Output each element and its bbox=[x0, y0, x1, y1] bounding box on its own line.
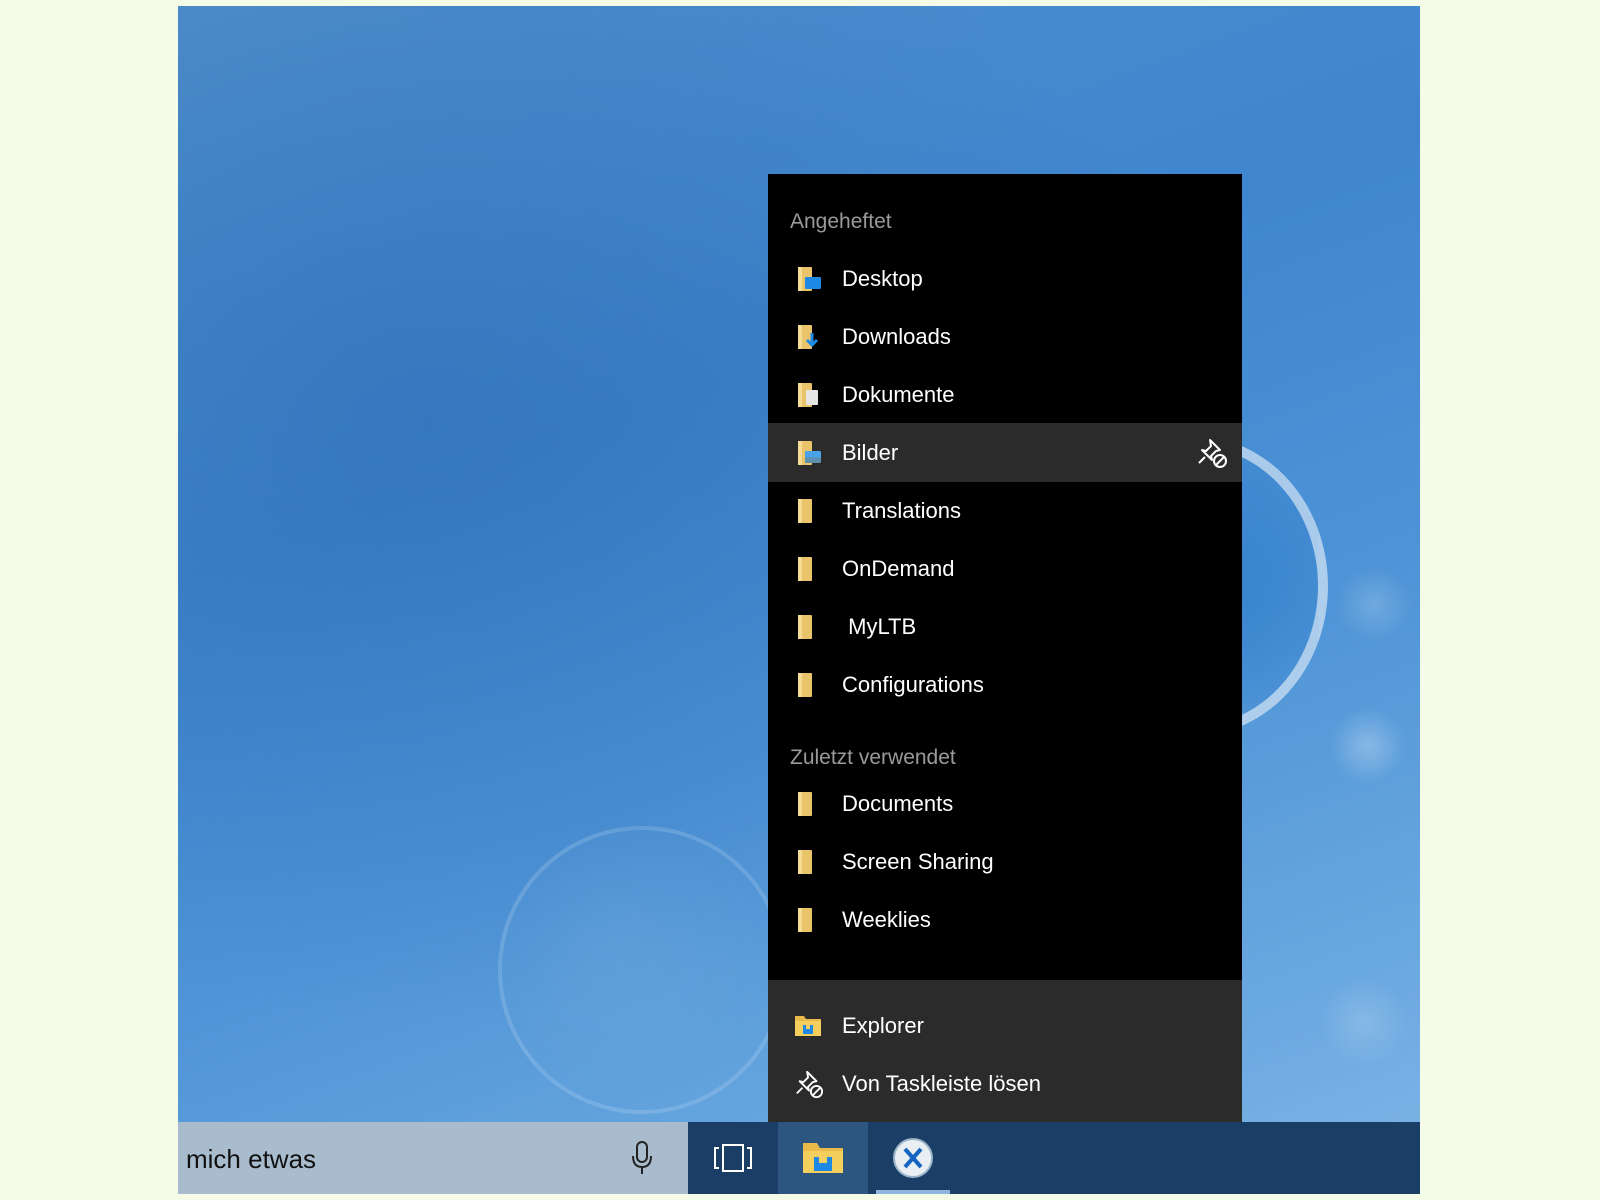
app-x-taskbar-button[interactable] bbox=[868, 1122, 958, 1194]
unpin-icon bbox=[794, 1069, 824, 1099]
jump-item-label: MyLTB bbox=[842, 613, 917, 639]
unpin-label: Von Taskleiste lösen bbox=[842, 1070, 1041, 1096]
task-view-icon bbox=[714, 1144, 752, 1172]
jump-item-myltb[interactable]: MyLTB bbox=[768, 597, 1242, 656]
jump-item-screen-sharing[interactable]: Screen Sharing bbox=[768, 832, 1242, 891]
wallpaper-bubble-faint bbox=[498, 826, 786, 1114]
jump-item-translations[interactable]: Translations bbox=[768, 481, 1242, 540]
file-explorer-icon bbox=[803, 1143, 843, 1173]
jump-item-label: Configurations bbox=[842, 671, 984, 697]
folder-icon bbox=[794, 612, 822, 640]
pictures-folder-icon bbox=[794, 438, 822, 466]
desktop-folder-icon bbox=[794, 264, 822, 292]
jump-item-configurations[interactable]: Configurations bbox=[768, 655, 1242, 714]
desktop: Angeheftet Desktop Downloads Dokumente B… bbox=[178, 6, 1420, 1194]
jump-item-desktop[interactable]: Desktop bbox=[768, 249, 1242, 308]
jump-item-label: Translations bbox=[842, 497, 962, 523]
folder-icon bbox=[794, 554, 822, 582]
pinned-header: Angeheftet bbox=[790, 210, 892, 233]
jump-item-label: Screen Sharing bbox=[842, 848, 994, 874]
folder-icon bbox=[794, 905, 822, 933]
jump-item-label: Documents bbox=[842, 790, 954, 816]
downloads-folder-icon bbox=[794, 322, 822, 350]
microphone-icon[interactable] bbox=[630, 1140, 654, 1176]
file-explorer-icon bbox=[794, 1011, 822, 1039]
file-explorer-taskbar-button[interactable] bbox=[778, 1122, 868, 1194]
taskbar: mich etwas bbox=[178, 1122, 1420, 1194]
jump-item-label: Desktop bbox=[842, 265, 923, 291]
app-x-icon bbox=[893, 1138, 933, 1178]
jump-item-ondemand[interactable]: OnDemand bbox=[768, 539, 1242, 598]
task-view-button[interactable] bbox=[688, 1122, 778, 1194]
jump-list: Angeheftet Desktop Downloads Dokumente B… bbox=[768, 174, 1242, 1128]
jump-item-dokumente[interactable]: Dokumente bbox=[768, 365, 1242, 424]
jump-item-bilder[interactable]: Bilder bbox=[768, 423, 1242, 482]
folder-icon bbox=[794, 496, 822, 524]
explorer-label: Explorer bbox=[842, 1012, 924, 1038]
jump-item-label: Downloads bbox=[842, 323, 951, 349]
jump-item-label: OnDemand bbox=[842, 555, 955, 581]
unpin-from-taskbar-item[interactable]: Von Taskleiste lösen bbox=[768, 1054, 1242, 1113]
unpin-icon[interactable] bbox=[1196, 437, 1228, 469]
jump-item-documents[interactable]: Documents bbox=[768, 774, 1242, 833]
documents-folder-icon bbox=[794, 380, 822, 408]
jump-item-label: Bilder bbox=[842, 439, 899, 465]
search-text: mich etwas bbox=[186, 1144, 317, 1174]
jump-list-footer: Explorer Von Taskleiste lösen bbox=[768, 980, 1242, 1128]
folder-icon bbox=[794, 789, 822, 817]
jump-item-label: Weeklies bbox=[842, 906, 931, 932]
open-explorer-item[interactable]: Explorer bbox=[768, 996, 1242, 1055]
active-indicator bbox=[876, 1190, 950, 1194]
jump-item-downloads[interactable]: Downloads bbox=[768, 307, 1242, 366]
folder-icon bbox=[794, 847, 822, 875]
recent-header: Zuletzt verwendet bbox=[790, 746, 956, 769]
jump-item-label: Dokumente bbox=[842, 381, 955, 407]
jump-item-weeklies[interactable]: Weeklies bbox=[768, 890, 1242, 949]
search-box[interactable]: mich etwas bbox=[178, 1122, 688, 1194]
folder-icon bbox=[794, 670, 822, 698]
